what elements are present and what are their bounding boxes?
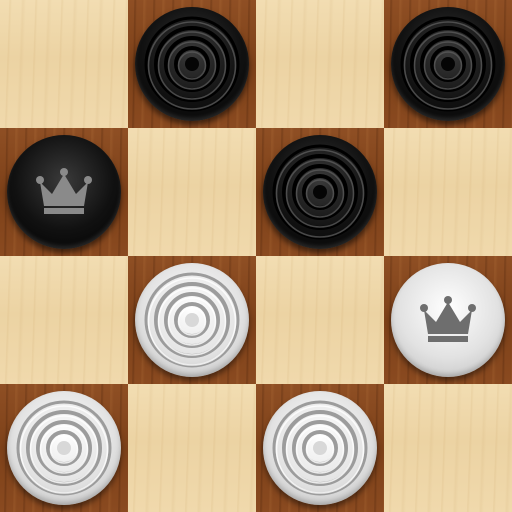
rings-icon: [272, 144, 368, 240]
board-square-light[interactable]: [384, 128, 512, 256]
board-square-light[interactable]: [256, 0, 384, 128]
white-man-piece[interactable]: [135, 263, 249, 377]
board-square-dark[interactable]: [384, 0, 512, 128]
white-man-piece[interactable]: [263, 391, 377, 505]
board-square-dark[interactable]: [128, 256, 256, 384]
rings-icon: [144, 16, 240, 112]
board-square-dark[interactable]: [256, 128, 384, 256]
black-man-piece[interactable]: [263, 135, 377, 249]
rings-icon: [272, 400, 368, 496]
checkers-board: [0, 0, 512, 512]
board-square-dark[interactable]: [384, 256, 512, 384]
rings-icon: [400, 16, 496, 112]
white-man-piece[interactable]: [7, 391, 121, 505]
board-square-light[interactable]: [128, 384, 256, 512]
board-square-light[interactable]: [0, 0, 128, 128]
board-square-light[interactable]: [256, 256, 384, 384]
crown-icon: [420, 296, 476, 342]
board-square-light[interactable]: [0, 256, 128, 384]
rings-icon: [144, 272, 240, 368]
board-square-dark[interactable]: [128, 0, 256, 128]
black-king-piece[interactable]: [7, 135, 121, 249]
black-man-piece[interactable]: [135, 7, 249, 121]
board-square-dark[interactable]: [256, 384, 384, 512]
board-square-light[interactable]: [384, 384, 512, 512]
white-king-piece[interactable]: [391, 263, 505, 377]
crown-icon: [36, 168, 92, 214]
black-man-piece[interactable]: [391, 7, 505, 121]
board-square-dark[interactable]: [0, 128, 128, 256]
board-square-dark[interactable]: [0, 384, 128, 512]
rings-icon: [16, 400, 112, 496]
board-square-light[interactable]: [128, 128, 256, 256]
